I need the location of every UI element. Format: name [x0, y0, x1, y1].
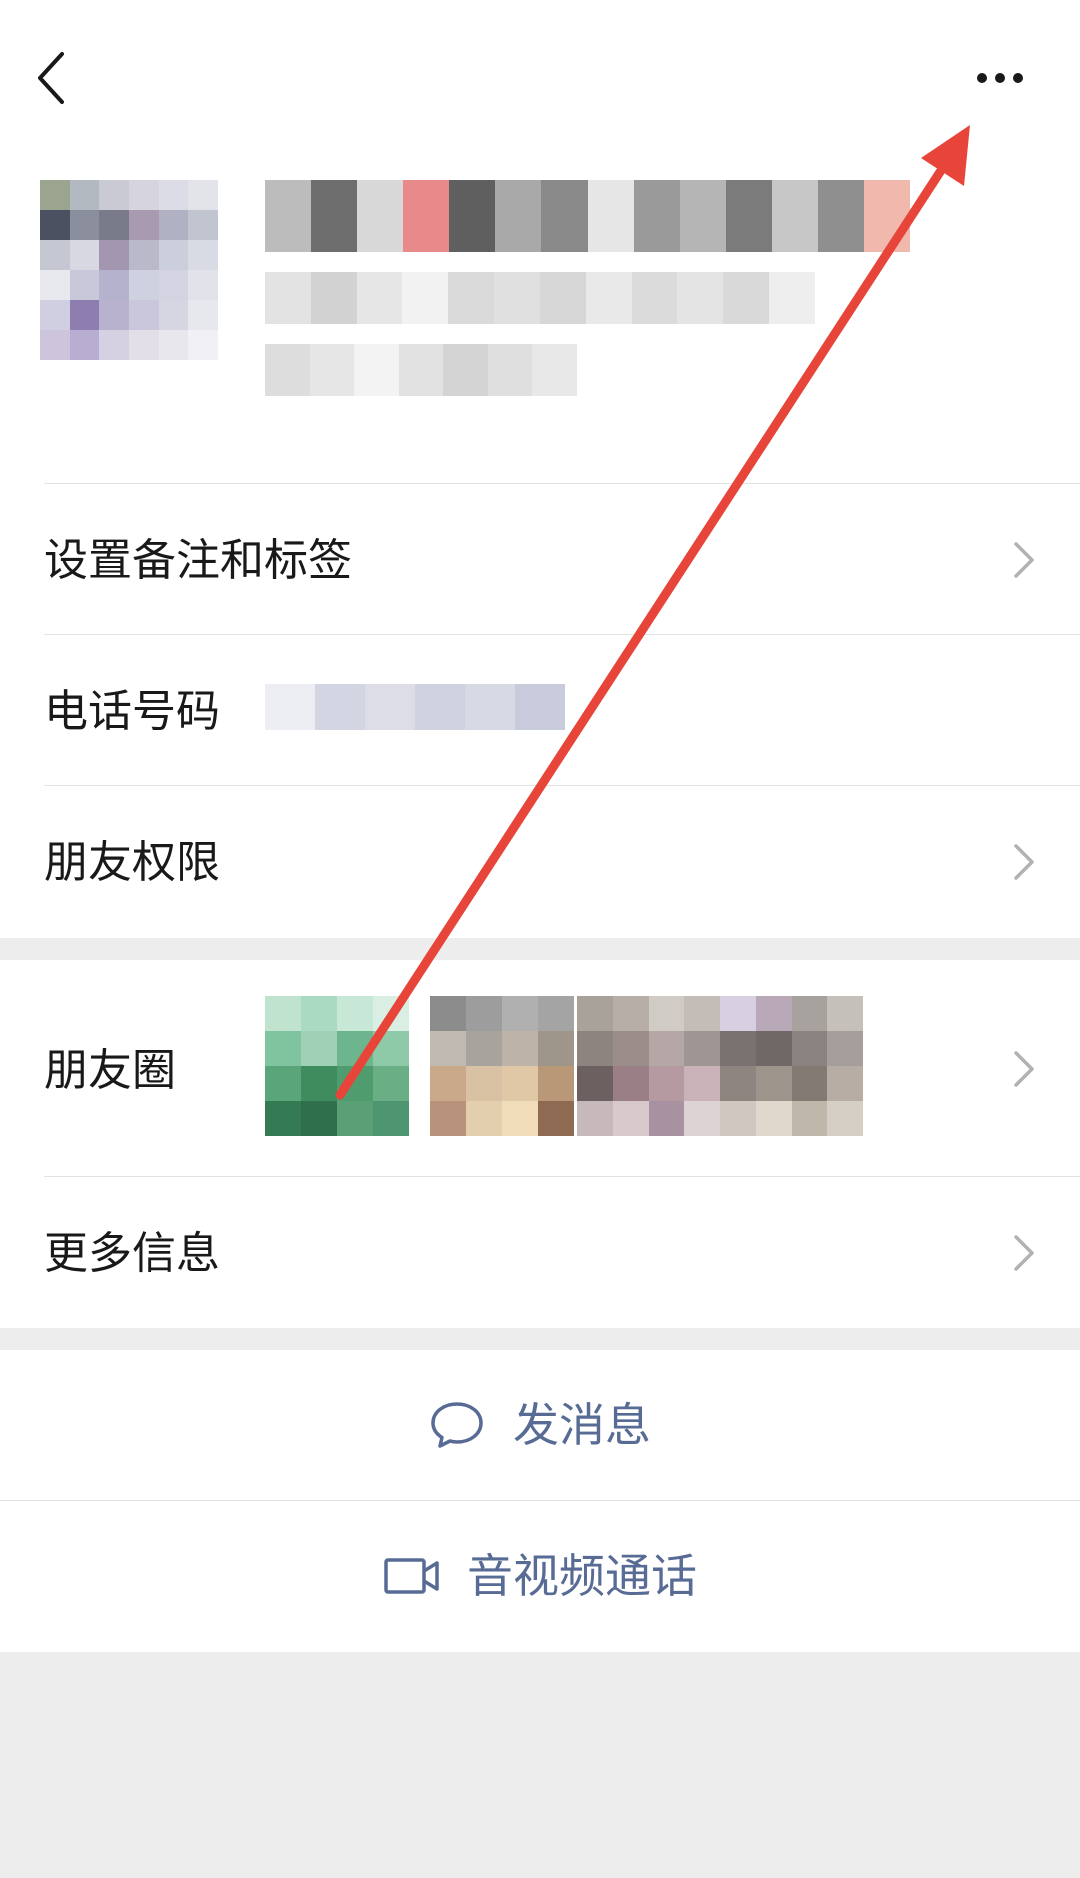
send-message-label: 发消息: [513, 1398, 651, 1452]
chat-bubble-icon: [431, 1402, 483, 1448]
moments-photo[interactable]: [577, 996, 863, 1136]
moments-label: 朋友圈: [44, 1045, 176, 1096]
more-dots-icon: [977, 73, 1023, 83]
chevron-left-icon: [38, 52, 64, 104]
video-camera-icon: [384, 1558, 439, 1594]
chevron-right-icon: [1014, 844, 1034, 880]
more-button[interactable]: [970, 60, 1030, 96]
voice-video-call-label: 音视频通话: [467, 1549, 697, 1603]
more-info-label: 更多信息: [44, 1228, 220, 1279]
chevron-right-icon: [1014, 1235, 1034, 1271]
nickname-redacted: [265, 180, 910, 252]
voice-video-call-button[interactable]: 音视频通话: [0, 1501, 1080, 1651]
send-message-button[interactable]: 发消息: [0, 1350, 1080, 1500]
avatar[interactable]: [40, 180, 218, 360]
region-redacted: [265, 344, 577, 396]
remark-and-tags-label: 设置备注和标签: [44, 535, 352, 586]
chevron-right-icon: [1014, 542, 1034, 578]
moments-photo[interactable]: [430, 996, 574, 1136]
phone-number-redacted: [265, 684, 565, 730]
account-id-redacted: [265, 272, 815, 324]
chevron-right-icon: [1014, 1051, 1034, 1087]
moments-photo[interactable]: [265, 996, 409, 1136]
friend-permissions-label: 朋友权限: [44, 837, 220, 888]
phone-label: 电话号码: [44, 686, 220, 737]
back-button[interactable]: [28, 46, 78, 106]
